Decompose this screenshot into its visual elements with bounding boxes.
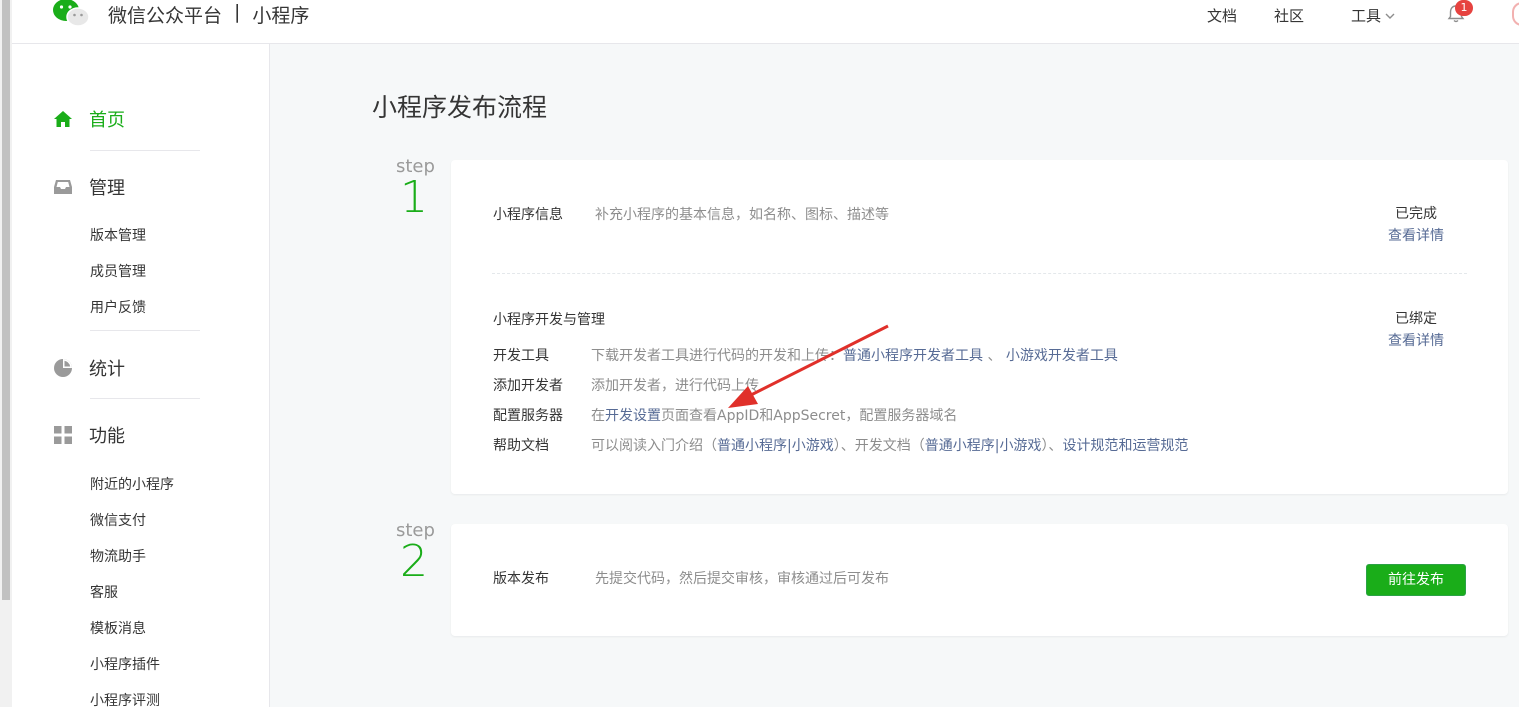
design-spec-link[interactable]: 设计规范 bbox=[1062, 438, 1118, 454]
help-docs-label: 帮助文档 bbox=[493, 438, 549, 454]
sidebar-item-home[interactable]: 首页 bbox=[52, 106, 125, 132]
nav-community-link[interactable]: 社区 bbox=[1274, 5, 1304, 26]
server-pre-text: 在 bbox=[591, 408, 605, 424]
grid-icon bbox=[52, 424, 74, 446]
brand-separator: | bbox=[234, 1, 241, 23]
add-dev-label: 添加开发者 bbox=[493, 378, 563, 394]
help-docs-value: 可以阅读入门介绍（普通小程序|小游戏）、开发文档（普通小程序|小游戏）、设计规范… bbox=[591, 435, 1188, 455]
sidebar-item-evaluation[interactable]: 小程序评测 bbox=[90, 690, 160, 707]
info-status: 已完成 bbox=[1395, 206, 1437, 222]
avatar[interactable] bbox=[1512, 2, 1519, 26]
sidebar-item-plugins[interactable]: 小程序插件 bbox=[90, 654, 160, 674]
chevron-down-icon bbox=[1385, 13, 1395, 19]
sidebar-item-features[interactable]: 功能 bbox=[52, 422, 125, 448]
docs-mini-game-link[interactable]: 小游戏 bbox=[999, 438, 1041, 454]
scrollbar-thumb[interactable] bbox=[2, 0, 10, 600]
help-pre-text: 可以阅读入门介绍（ bbox=[591, 438, 717, 454]
card-divider bbox=[492, 273, 1467, 274]
help-and-text: 和 bbox=[1118, 438, 1133, 454]
pie-chart-icon bbox=[52, 357, 74, 379]
sidebar-divider bbox=[90, 330, 200, 331]
step1-number: 1 bbox=[400, 172, 428, 223]
sidebar-stats-label: 统计 bbox=[89, 359, 125, 380]
top-header: 微信公众平台 | 小程序 文档 社区 工具 1 bbox=[12, 0, 1519, 44]
sidebar-item-logistics[interactable]: 物流助手 bbox=[90, 546, 146, 566]
sidebar-item-version-manage[interactable]: 版本管理 bbox=[90, 225, 146, 245]
operation-spec-link[interactable]: 运营规范 bbox=[1132, 438, 1188, 454]
sidebar: 首页 管理 版本管理 成员管理 用户反馈 统计 功能 附近的小程序 微信支付 物… bbox=[12, 44, 270, 707]
page-scrollbar[interactable] bbox=[0, 0, 12, 707]
sidebar-features-label: 功能 bbox=[89, 426, 125, 447]
mini-program-devtools-link[interactable]: 普通小程序开发者工具 bbox=[843, 348, 983, 364]
server-post-text: 页面查看AppID和AppSecret，配置服务器域名 bbox=[661, 408, 958, 424]
dev-tools-sep: 、 bbox=[987, 348, 1002, 364]
dev-tools-value: 下载开发者工具进行代码的开发和上传：普通小程序开发者工具 、 小游戏开发者工具 bbox=[591, 345, 1118, 365]
nav-docs-link[interactable]: 文档 bbox=[1207, 5, 1237, 26]
info-detail-link[interactable]: 查看详情 bbox=[1376, 225, 1456, 245]
go-publish-button[interactable]: 前往发布 bbox=[1366, 564, 1466, 596]
sidebar-divider bbox=[90, 150, 200, 151]
mini-game-devtools-link[interactable]: 小游戏开发者工具 bbox=[1006, 348, 1118, 364]
sidebar-item-stats[interactable]: 统计 bbox=[52, 355, 125, 381]
step2-number: 2 bbox=[400, 536, 428, 587]
sidebar-item-member-manage[interactable]: 成员管理 bbox=[90, 261, 146, 281]
sidebar-item-nearby[interactable]: 附近的小程序 bbox=[90, 474, 174, 494]
sidebar-item-manage[interactable]: 管理 bbox=[52, 174, 125, 200]
dev-tools-label: 开发工具 bbox=[493, 348, 549, 364]
dev-tools-text: 下载开发者工具进行代码的开发和上传： bbox=[591, 348, 843, 364]
intro-mini-program-link[interactable]: 普通小程序 bbox=[717, 438, 787, 454]
nav-tools-label: 工具 bbox=[1351, 7, 1382, 25]
brand-product: 小程序 bbox=[252, 5, 310, 27]
sidebar-divider bbox=[90, 398, 200, 399]
dev-settings-link[interactable]: 开发设置 bbox=[605, 408, 661, 424]
sidebar-item-wechat-pay[interactable]: 微信支付 bbox=[90, 510, 146, 530]
dev-title: 小程序开发与管理 bbox=[493, 312, 605, 328]
page-title: 小程序发布流程 bbox=[372, 93, 548, 122]
dev-status: 已绑定 bbox=[1395, 311, 1437, 327]
notification-badge: 1 bbox=[1455, 0, 1473, 16]
add-dev-value: 添加开发者，进行代码上传 bbox=[591, 378, 759, 394]
release-description: 先提交代码，然后提交审核，审核通过后可发布 bbox=[595, 571, 889, 587]
sidebar-item-template-message[interactable]: 模板消息 bbox=[90, 618, 146, 638]
brand-name: 微信公众平台 bbox=[108, 5, 223, 27]
step1-card: 小程序信息 补充小程序的基本信息，如名称、图标、描述等 已完成 查看详情 小程序… bbox=[451, 160, 1508, 494]
brand-title: 微信公众平台 | 小程序 bbox=[108, 1, 309, 28]
server-config-label: 配置服务器 bbox=[493, 408, 563, 424]
sidebar-home-label: 首页 bbox=[89, 110, 125, 131]
help-mid2-text: ）、 bbox=[1041, 438, 1063, 454]
docs-mini-program-link[interactable]: 普通小程序 bbox=[925, 438, 995, 454]
release-title: 版本发布 bbox=[493, 571, 549, 587]
intro-mini-game-link[interactable]: 小游戏 bbox=[792, 438, 834, 454]
wechat-logo-icon bbox=[53, 0, 90, 27]
sidebar-item-customer-service[interactable]: 客服 bbox=[90, 582, 118, 602]
inbox-icon bbox=[52, 176, 74, 198]
sidebar-item-user-feedback[interactable]: 用户反馈 bbox=[90, 297, 146, 317]
info-description: 补充小程序的基本信息，如名称、图标、描述等 bbox=[595, 207, 889, 223]
server-config-value: 在开发设置页面查看AppID和AppSecret，配置服务器域名 bbox=[591, 405, 957, 425]
nav-tools-dropdown[interactable]: 工具 bbox=[1351, 5, 1395, 26]
dev-detail-link[interactable]: 查看详情 bbox=[1376, 330, 1456, 350]
sidebar-manage-label: 管理 bbox=[89, 178, 125, 199]
step2-card: 版本发布 先提交代码，然后提交审核，审核通过后可发布 前往发布 bbox=[451, 524, 1508, 636]
home-icon bbox=[52, 108, 74, 130]
help-mid-text: ）、开发文档（ bbox=[833, 438, 925, 454]
info-title: 小程序信息 bbox=[493, 207, 563, 223]
